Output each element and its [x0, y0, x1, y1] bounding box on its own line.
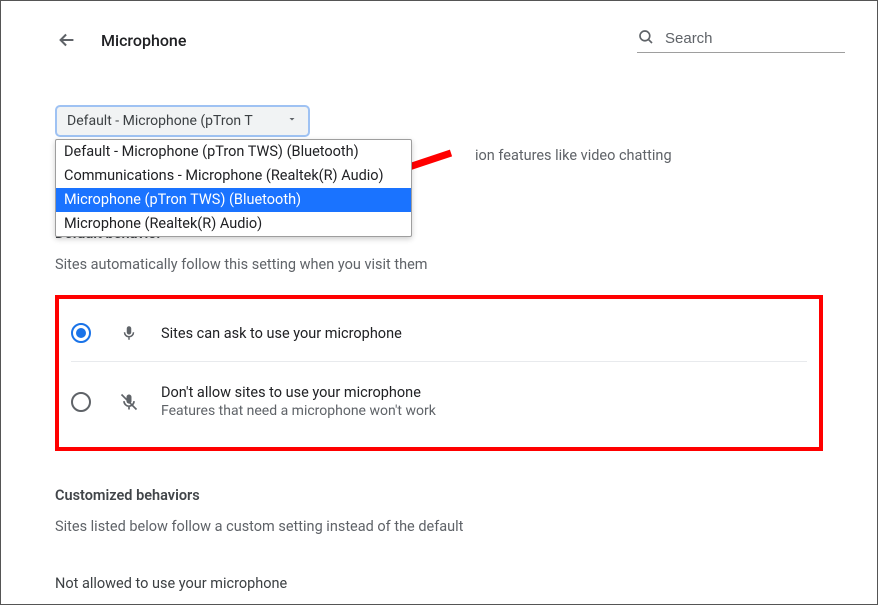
radio-dot [76, 328, 86, 338]
search-icon [637, 28, 655, 50]
radio-option-ask[interactable]: Sites can ask to use your microphone [71, 313, 807, 351]
device-option[interactable]: Default - Microphone (pTron TWS) (Blueto… [56, 140, 411, 164]
search-input[interactable] [665, 30, 845, 47]
microphone-icon [119, 324, 139, 342]
radio-label: Sites can ask to use your microphone [161, 325, 402, 342]
microphone-device-select[interactable]: Default - Microphone (pTron T [55, 105, 310, 137]
not-allowed-heading: Not allowed to use your microphone [55, 575, 823, 592]
device-option[interactable]: Microphone (pTron TWS) (Bluetooth) [56, 188, 411, 212]
device-select-dropdown: Default - Microphone (pTron TWS) (Blueto… [55, 139, 412, 237]
radio-label: Don't allow sites to use your microphone [161, 384, 436, 401]
arrow-left-icon [56, 29, 78, 51]
radio-sublabel: Features that need a microphone won't wo… [161, 403, 436, 419]
default-behavior-highlight: Sites can ask to use your microphone Don… [55, 295, 823, 451]
search-field[interactable] [637, 28, 845, 53]
device-select-value: Default - Microphone (pTron T [67, 113, 253, 129]
page-title: Microphone [101, 31, 637, 50]
chevron-down-icon [286, 113, 298, 129]
default-behavior-sub: Sites automatically follow this setting … [55, 256, 823, 273]
microphone-off-icon [119, 392, 139, 412]
back-button[interactable] [55, 28, 79, 52]
description-fragment: ion features like video chatting [475, 147, 672, 164]
customized-behaviors-sub: Sites listed below follow a custom setti… [55, 518, 823, 535]
radio-button[interactable] [71, 392, 91, 412]
device-option[interactable]: Communications - Microphone (Realtek(R) … [56, 164, 411, 188]
radio-option-block[interactable]: Don't allow sites to use your microphone… [71, 361, 807, 427]
device-option[interactable]: Microphone (Realtek(R) Audio) [56, 212, 411, 236]
radio-button[interactable] [71, 323, 91, 343]
customized-behaviors-heading: Customized behaviors [55, 487, 823, 504]
